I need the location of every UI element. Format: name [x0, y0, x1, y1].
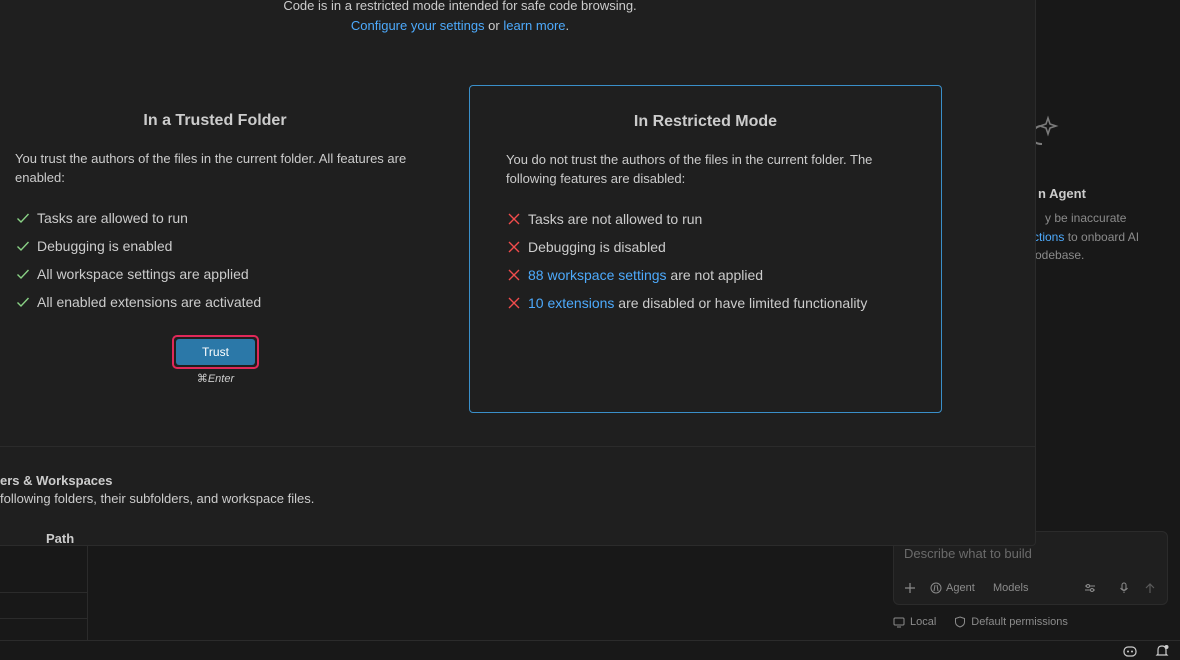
- trusted-feature-list: Tasks are allowed to run Debugging is en…: [15, 204, 261, 316]
- workspace-trust-editor: Code is in a restricted mode intended fo…: [0, 0, 1036, 546]
- notifications-bell-icon[interactable]: [1154, 643, 1170, 659]
- mode-picker-button[interactable]: Agent: [930, 582, 975, 594]
- list-item: 88 workspace settings are not applied: [506, 261, 867, 289]
- restricted-mode-links: Configure your settings or learn more.: [0, 18, 920, 33]
- feature-text: are disabled or have limited functionali…: [614, 295, 868, 311]
- workspace-settings-link[interactable]: 88 workspace settings: [528, 267, 667, 283]
- list-item: Tasks are allowed to run: [15, 204, 261, 232]
- feature-text: are not applied: [666, 267, 764, 283]
- arrow-up-icon: [1145, 583, 1155, 593]
- chat-description-line1: y be inaccurate: [1045, 211, 1127, 225]
- restricted-mode-intro: Code is in a restricted mode intended fo…: [283, 0, 637, 13]
- list-item: 10 extensions are disabled or have limit…: [506, 289, 867, 317]
- trusted-folders-table-column: [0, 545, 88, 640]
- voice-input-button[interactable]: [1118, 582, 1130, 594]
- restricted-mode-card: In Restricted Mode You do not trust the …: [469, 85, 942, 413]
- tools-button[interactable]: [1084, 582, 1096, 594]
- shield-icon: [955, 616, 966, 628]
- section-divider: [0, 446, 1035, 447]
- chat-description-line2: ctions to onboard AI: [1033, 228, 1139, 246]
- feature-text: Tasks are allowed to run: [37, 210, 188, 226]
- permissions-label: Default permissions: [971, 616, 1068, 628]
- configure-settings-link[interactable]: Configure your settings: [351, 18, 485, 33]
- close-icon: [508, 213, 520, 225]
- list-item: All workspace settings are applied: [15, 260, 261, 288]
- feature-text: All enabled extensions are activated: [37, 294, 262, 310]
- period-text: .: [565, 18, 570, 33]
- path-column-header: Path: [46, 531, 75, 546]
- models-picker-button[interactable]: Models: [993, 582, 1028, 594]
- chat-description-line3: odebase.: [1035, 248, 1085, 262]
- chat-heading: n Agent: [1038, 186, 1086, 201]
- restricted-feature-list: Tasks are not allowed to run Debugging i…: [506, 205, 867, 317]
- microphone-icon: [1120, 582, 1128, 593]
- close-icon: [508, 241, 520, 253]
- list-item: All enabled extensions are activated: [15, 288, 261, 316]
- permissions-button[interactable]: Default permissions: [954, 616, 1068, 628]
- settings-sliders-icon: [1085, 584, 1095, 592]
- monitor-icon: [893, 617, 905, 628]
- feature-text: Debugging is enabled: [37, 238, 173, 254]
- table-row-divider: [0, 592, 88, 593]
- trusted-folders-heading: ers & Workspaces: [0, 473, 113, 488]
- local-session-button[interactable]: Local: [893, 616, 936, 628]
- trusted-folder-title: In a Trusted Folder: [143, 112, 287, 129]
- or-text: or: [484, 18, 504, 33]
- copilot-icon[interactable]: [1122, 643, 1138, 659]
- chat-description-line2-rest: to onboard AI: [1064, 230, 1140, 244]
- mode-picker-label: Agent: [946, 582, 975, 594]
- close-icon: [508, 269, 520, 281]
- trust-shortcut-hint: ⌘Enter: [196, 373, 235, 385]
- list-item: Tasks are not allowed to run: [506, 205, 867, 233]
- restricted-mode-description: You do not trust the authors of the file…: [506, 152, 873, 186]
- status-bar: [0, 640, 1180, 660]
- chat-instructions-link[interactable]: ctions: [1033, 230, 1064, 244]
- models-picker-label: Models: [993, 582, 1029, 594]
- check-icon: [17, 297, 30, 308]
- trust-button-focus-ring: Trust: [172, 335, 259, 369]
- check-icon: [17, 213, 30, 224]
- agent-mode-icon: [930, 582, 942, 594]
- check-icon: [17, 269, 30, 280]
- trusted-folders-description: following folders, their subfolders, and…: [0, 491, 315, 506]
- close-icon: [508, 297, 520, 309]
- local-label: Local: [910, 616, 937, 628]
- plus-icon: [905, 583, 915, 593]
- list-item: Debugging is enabled: [15, 232, 261, 260]
- feature-text: Debugging is disabled: [528, 239, 666, 255]
- trusted-folder-description: You trust the authors of the files in th…: [15, 151, 407, 185]
- check-icon: [17, 241, 30, 252]
- list-item: Debugging is disabled: [506, 233, 867, 261]
- restricted-mode-title: In Restricted Mode: [633, 113, 778, 130]
- trust-button[interactable]: Trust: [176, 339, 255, 365]
- chat-footer: Local Default permissions: [893, 612, 1086, 632]
- feature-text: All workspace settings are applied: [37, 266, 249, 282]
- feature-text: Tasks are not allowed to run: [528, 211, 703, 227]
- extensions-link[interactable]: 10 extensions: [528, 295, 614, 311]
- table-row-divider: [0, 618, 88, 619]
- add-context-button[interactable]: [904, 582, 916, 594]
- learn-more-link[interactable]: learn more: [503, 18, 565, 33]
- send-button[interactable]: [1144, 582, 1156, 594]
